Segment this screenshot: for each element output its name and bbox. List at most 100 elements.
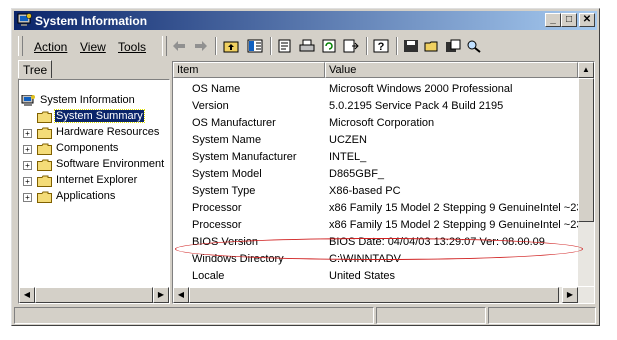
expand-icon[interactable]: +	[23, 161, 32, 170]
status-bar-pane	[376, 307, 486, 324]
row-value: D865GBF_	[329, 168, 385, 180]
tree-item[interactable]: + Components	[19, 141, 169, 157]
row-value: United States	[329, 270, 396, 282]
menu-toolbar-bar: Action View Tools ?	[16, 33, 595, 59]
scroll-left-button[interactable]: ◀	[19, 287, 35, 303]
menu-grip[interactable]	[18, 36, 23, 56]
list-row[interactable]: OS Name Microsoft Windows 2000 Profession…	[173, 81, 578, 98]
title-bar[interactable]: System Information _ □ ✕	[14, 11, 597, 30]
computer-icon	[21, 95, 35, 106]
list-row[interactable]: System Model D865GBF_	[173, 166, 578, 183]
list-row[interactable]: BIOS Version BIOS Date: 04/04/03 13:29:07…	[173, 234, 578, 251]
scroll-thumb[interactable]	[189, 287, 559, 303]
list-row[interactable]: Version 5.0.2195 Service Pack 4 Build 219…	[173, 98, 578, 115]
list-row[interactable]: OS Manufacturer Microsoft Corporation	[173, 115, 578, 132]
tree-pane: System Information System Summary + Hardwar…	[18, 79, 170, 304]
tree-item[interactable]: System Summary	[19, 109, 169, 125]
scroll-thumb[interactable]	[35, 287, 153, 303]
row-item: System Name	[192, 134, 262, 146]
list-row[interactable]: System Name UCZEN	[173, 132, 578, 149]
menu-view[interactable]: View	[80, 40, 106, 54]
back-icon[interactable]	[169, 36, 189, 56]
find-icon[interactable]	[464, 36, 484, 56]
open-icon[interactable]	[422, 36, 442, 56]
expand-icon[interactable]: +	[23, 177, 32, 186]
tree-item[interactable]: + Hardware Resources	[19, 125, 169, 141]
close-button[interactable]: ✕	[579, 13, 595, 27]
up-folder-icon[interactable]	[221, 36, 241, 56]
system-information-icon	[17, 13, 32, 26]
scroll-right-button[interactable]: ▶	[153, 287, 169, 303]
list-row[interactable]: System Manufacturer INTEL_	[173, 149, 578, 166]
export-list-icon[interactable]	[341, 36, 361, 56]
tree-item-label: System Summary	[54, 109, 145, 123]
list-row[interactable]: Processor x86 Family 15 Model 2 Stepping …	[173, 200, 589, 217]
list-row[interactable]: Windows Directory C:\WINNTADV	[173, 251, 578, 268]
row-item: OS Manufacturer	[192, 117, 276, 129]
row-value: BIOS Date: 04/04/03 13:29:07 Ver: 08.00.…	[329, 236, 545, 248]
folder-icon	[37, 111, 52, 123]
folder-icon	[37, 159, 52, 171]
maximize-button[interactable]: □	[561, 13, 577, 27]
row-item: Windows Directory	[192, 253, 284, 265]
tree-horizontal-scrollbar[interactable]: ◀ ▶	[19, 287, 169, 303]
tree-item[interactable]: System Information	[19, 93, 169, 109]
tree-item-label: Internet Explorer	[56, 174, 138, 186]
row-value: C:\WINNTADV	[329, 253, 401, 265]
row-item: Processor	[192, 202, 242, 214]
list-horizontal-scrollbar[interactable]: ◀ ▶	[173, 287, 594, 303]
save-as-icon[interactable]	[443, 36, 463, 56]
menu-tools[interactable]: Tools	[118, 40, 146, 54]
row-value: x86 Family 15 Model 2 Stepping 9 Genuine…	[329, 202, 589, 214]
tree-item[interactable]: + Applications	[19, 189, 169, 205]
menu-view-label: View	[80, 40, 106, 54]
menu-action[interactable]: Action	[34, 40, 67, 54]
details-list-pane: Item Value OS Name Microsoft Windows 2000…	[172, 61, 595, 304]
minimize-button[interactable]: _	[545, 13, 561, 27]
scroll-thumb[interactable]	[578, 78, 594, 222]
status-bar-pane	[14, 307, 374, 324]
save-icon[interactable]	[401, 36, 421, 56]
row-value: Microsoft Corporation	[329, 117, 435, 129]
expand-icon[interactable]: +	[23, 145, 32, 154]
row-value: x86 Family 15 Model 2 Stepping 9 Genuine…	[329, 219, 589, 231]
refresh-icon[interactable]	[319, 36, 339, 56]
scroll-right-button[interactable]: ▶	[562, 287, 578, 303]
expand-icon[interactable]: +	[23, 129, 32, 138]
help-icon[interactable]: ?	[371, 36, 391, 56]
status-bar-pane	[488, 307, 596, 324]
list-vertical-scrollbar[interactable]: ▲	[578, 62, 594, 286]
tree-item-label: Hardware Resources	[56, 126, 160, 138]
system-information-window: System Information _ □ ✕ Action View Too…	[11, 8, 600, 326]
folder-icon	[37, 175, 52, 187]
tree-item[interactable]: + Internet Explorer	[19, 173, 169, 189]
tree-item[interactable]: + Software Environment	[19, 157, 169, 173]
toolbar-grip[interactable]	[162, 36, 167, 56]
row-value: X86-based PC	[329, 185, 401, 197]
menu-action-label: Action	[34, 40, 68, 54]
svg-text:?: ?	[378, 41, 385, 53]
scroll-left-button[interactable]: ◀	[173, 287, 189, 303]
scroll-up-button[interactable]: ▲	[578, 62, 594, 78]
print-icon[interactable]	[297, 36, 317, 56]
row-value: INTEL_	[329, 151, 367, 163]
row-item: System Manufacturer	[192, 151, 297, 163]
tab-tree[interactable]: Tree	[18, 60, 52, 78]
row-item: Locale	[192, 270, 225, 282]
column-header-item[interactable]: Item	[173, 62, 325, 78]
forward-icon[interactable]	[191, 36, 211, 56]
list-row[interactable]: Locale United States	[173, 268, 578, 285]
expand-icon[interactable]: +	[23, 193, 32, 202]
list-row[interactable]: System Type X86-based PC	[173, 183, 578, 200]
tree-item-label: Components	[56, 142, 119, 154]
list-row[interactable]: Processor x86 Family 15 Model 2 Stepping …	[173, 217, 589, 234]
column-header-value[interactable]: Value	[325, 62, 578, 78]
row-value: Microsoft Windows 2000 Professional	[329, 83, 513, 95]
show-hide-tree-icon[interactable]	[245, 36, 265, 56]
row-item: System Type	[192, 185, 256, 197]
row-item: OS Name	[192, 83, 241, 95]
row-item: BIOS Version	[192, 236, 259, 248]
properties-icon[interactable]	[275, 36, 295, 56]
row-item: System Model	[192, 168, 262, 180]
folder-icon	[37, 143, 52, 155]
